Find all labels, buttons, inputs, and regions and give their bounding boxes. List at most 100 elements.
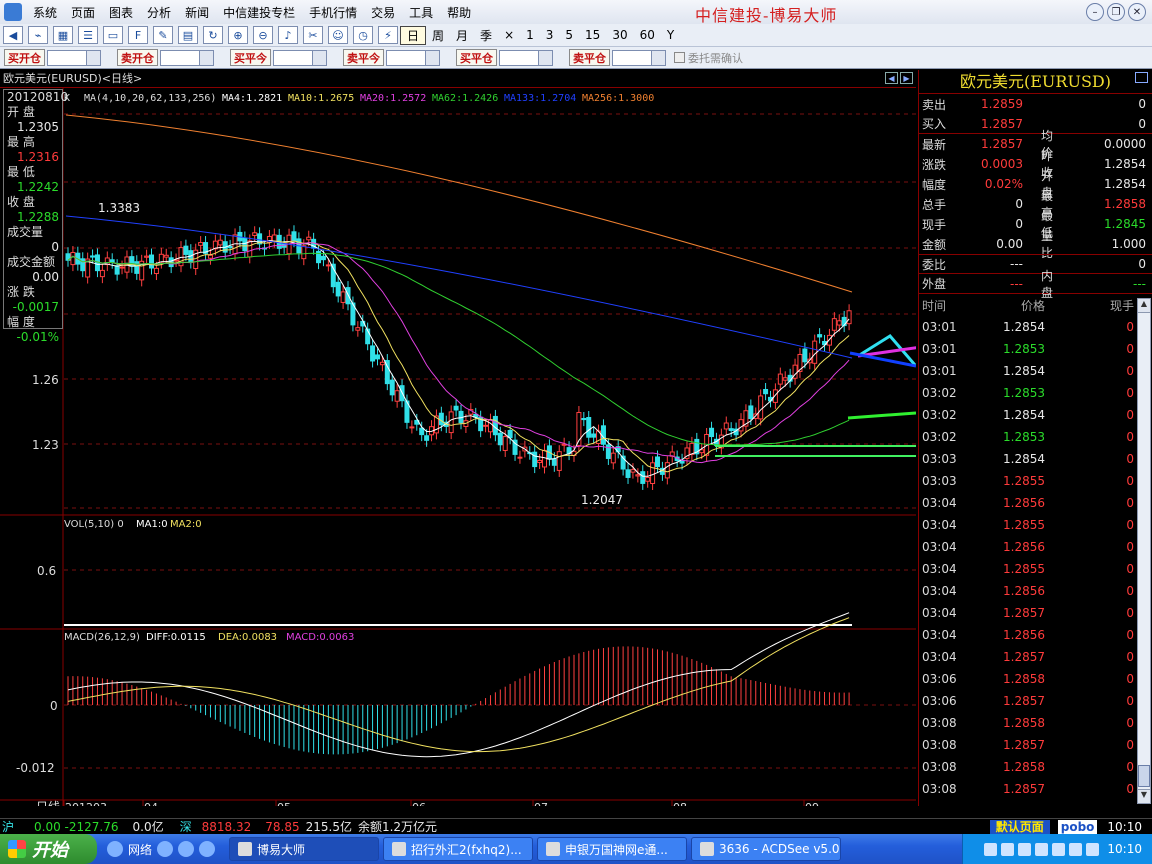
edit-icon[interactable]: ✎ (153, 26, 173, 44)
tray-icon-6[interactable] (1069, 842, 1083, 856)
sell-close-button[interactable]: 卖平仓 (569, 49, 610, 66)
menu-mobile[interactable]: 手机行情 (302, 4, 364, 21)
sell-close-today-spinner[interactable] (426, 49, 440, 66)
tray-icon-3[interactable] (1018, 842, 1032, 856)
confirm-checkbox[interactable]: 委托需确认 (674, 50, 743, 66)
scroll-up-icon[interactable]: ▲ (1138, 299, 1150, 313)
alarm-icon[interactable]: ♪ (278, 26, 298, 44)
xaxis-label: 06 (412, 801, 426, 806)
buy-close-qty-input[interactable] (499, 49, 539, 66)
grid-icon[interactable]: ▦ (53, 26, 73, 44)
buy-close-today-spinner[interactable] (313, 49, 327, 66)
task-cmb-fx[interactable]: 招行外汇2(fxhq2)... (383, 837, 534, 861)
menu-citic-column[interactable]: 中信建投专栏 (216, 4, 302, 21)
buy-open-spinner[interactable] (87, 49, 101, 66)
scroll-thumb[interactable] (1138, 765, 1150, 787)
tick-qty: 0 (1126, 584, 1134, 598)
zoom-in-icon[interactable]: ⊕ (228, 26, 248, 44)
sell-open-button[interactable]: 卖开仓 (117, 49, 158, 66)
minimize-icon[interactable]: – (1086, 3, 1104, 21)
timer-icon[interactable]: ◷ (353, 26, 373, 44)
period-close[interactable]: × (498, 28, 520, 42)
candle (483, 424, 489, 427)
tick-row: 03:08 1.2857 0 (919, 778, 1152, 800)
candle (551, 458, 557, 466)
buy-close-spinner[interactable] (539, 49, 553, 66)
tools-icon[interactable]: ✂ (303, 26, 323, 44)
period-30min[interactable]: 30 (606, 28, 633, 42)
restore-icon[interactable]: ❐ (1107, 3, 1125, 21)
kline-chart[interactable]: K MA(4,10,20,62,133,256) MA4:1.2821 MA10:1.… (0, 88, 916, 806)
period-1min[interactable]: 1 (520, 28, 540, 42)
period-15min[interactable]: 15 (579, 28, 606, 42)
browser-icon[interactable] (178, 841, 195, 857)
menu-help[interactable]: 帮助 (440, 4, 478, 21)
prev-icon[interactable]: ◀ (885, 72, 898, 84)
list-icon[interactable]: ☰ (78, 26, 98, 44)
task-boyi[interactable]: 博易大师 (229, 837, 380, 861)
menu-news[interactable]: 新闻 (178, 4, 216, 21)
panel-toggle-icon[interactable] (1135, 72, 1148, 83)
people-icon[interactable]: ☺ (328, 26, 348, 44)
period-3min[interactable]: 3 (540, 28, 560, 42)
buy-close-today-qty-input[interactable] (273, 49, 313, 66)
default-page-button[interactable]: 默认页面 (989, 819, 1050, 835)
zoom-out-icon[interactable]: ⊖ (253, 26, 273, 44)
refresh-icon[interactable]: ↻ (203, 26, 223, 44)
bar-info-label: 成交金额 (7, 255, 56, 269)
task-shenyin[interactable]: 申银万国神网e通... (537, 837, 688, 861)
tray-icon-5[interactable] (1052, 842, 1066, 856)
menu-tools[interactable]: 工具 (402, 4, 440, 21)
layout-icon[interactable]: ▤ (178, 26, 198, 44)
back-icon[interactable]: ◀ (3, 26, 23, 44)
buy-open-button[interactable]: 买开仓 (4, 49, 45, 66)
app-shortcut-icon[interactable] (199, 841, 216, 857)
menu-system[interactable]: 系统 (26, 4, 64, 21)
network-icon[interactable] (157, 841, 174, 857)
app-icon (4, 3, 22, 21)
period-day[interactable]: 日 (400, 25, 427, 45)
period-week[interactable]: 周 (426, 27, 450, 44)
volume-icon[interactable] (1035, 842, 1049, 856)
sell-close-qty-input[interactable] (612, 49, 652, 66)
close-icon[interactable]: ✕ (1128, 3, 1146, 21)
ticks-scrollbar[interactable]: ▲ ▼ (1137, 298, 1151, 804)
menu-analysis[interactable]: 分析 (140, 4, 178, 21)
sell-close-today-button[interactable]: 卖平今 (343, 49, 384, 66)
tray-icon-7[interactable] (1086, 842, 1100, 856)
flash-icon[interactable]: ⚡ (378, 26, 398, 44)
menu-page[interactable]: 页面 (64, 4, 102, 21)
network-label[interactable]: 网络 (128, 841, 152, 858)
period-year[interactable]: Y (661, 28, 680, 42)
task-acdsee[interactable]: 3636 - ACDSee v5.0 (691, 837, 842, 861)
tray-icon-1[interactable] (984, 842, 998, 856)
sell-close-today-qty-input[interactable] (386, 49, 426, 66)
period-season[interactable]: 季 (474, 27, 498, 44)
checkbox-icon[interactable] (674, 52, 685, 63)
next-icon[interactable]: ▶ (900, 72, 913, 84)
sz-change: 78.85 (265, 819, 300, 834)
buy-close-today-button[interactable]: 买平今 (230, 49, 271, 66)
start-button[interactable]: 开始 (0, 834, 97, 864)
buy-close-button[interactable]: 买平仓 (456, 49, 497, 66)
buy-open-qty-input[interactable] (47, 49, 87, 66)
sell-open-qty-input[interactable] (160, 49, 200, 66)
desktop-icon[interactable] (107, 841, 123, 857)
tray-icon-2[interactable] (1001, 842, 1015, 856)
sell-open-spinner[interactable] (200, 49, 214, 66)
tick-qty: 0 (1126, 408, 1134, 422)
menu-chart[interactable]: 图表 (102, 4, 140, 21)
scroll-down-icon[interactable]: ▼ (1138, 789, 1150, 803)
quote-stat-value: 1.2858 (1104, 197, 1146, 211)
period-5min[interactable]: 5 (559, 28, 579, 42)
window-icon[interactable]: ▭ (103, 26, 123, 44)
period-60min[interactable]: 60 (634, 28, 661, 42)
sell-close-spinner[interactable] (652, 49, 666, 66)
tick-qty: 0 (1126, 738, 1134, 752)
line-chart-icon[interactable]: ⌁ (28, 26, 48, 44)
period-month[interactable]: 月 (450, 27, 474, 44)
tick-list[interactable]: 03:01 1.2854 0 03:01 1.2853 0 03:01 1.2854 0 03:0… (919, 316, 1152, 800)
chart-tab[interactable]: 欧元美元(EURUSD)<日线> ◀ ▶ (0, 70, 916, 88)
f10-icon[interactable]: F (128, 26, 148, 44)
menu-trade[interactable]: 交易 (364, 4, 402, 21)
